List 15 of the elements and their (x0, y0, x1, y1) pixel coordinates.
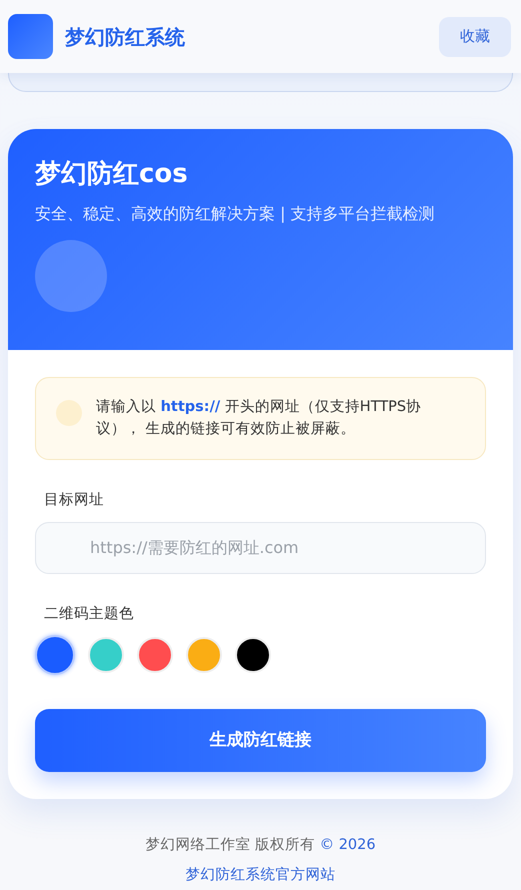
favorite-button[interactable]: 收藏 (439, 16, 511, 56)
copyright-text: 梦幻网络工作室 版权所有 (145, 837, 315, 854)
color-swatch[interactable] (35, 635, 75, 676)
notice-icon (56, 400, 82, 426)
generate-button[interactable]: 生成防红链接 (35, 709, 486, 772)
official-site-link[interactable]: 梦幻防红系统官方网站 (186, 865, 336, 887)
logo-icon (8, 14, 53, 59)
notice-text: 请输入以 https:// 开头的网址（仅支持HTTPS协议）， 生成的链接可有效防止被屏蔽。 (96, 398, 422, 440)
url-input-field[interactable]: https://需要防红的网址.com (35, 522, 486, 574)
hero-title: 梦幻防红cos (35, 159, 189, 190)
copyright-year: © 2026 (320, 837, 376, 854)
field-label: 二维码主题色 (44, 604, 135, 624)
hero-subtitle: 安全、稳定、高效的防红解决方案 | 支持多平台拦截检测 (35, 203, 436, 226)
field-label: 目标网址 (44, 490, 105, 510)
site-title: 梦幻防红系统 (65, 24, 185, 50)
